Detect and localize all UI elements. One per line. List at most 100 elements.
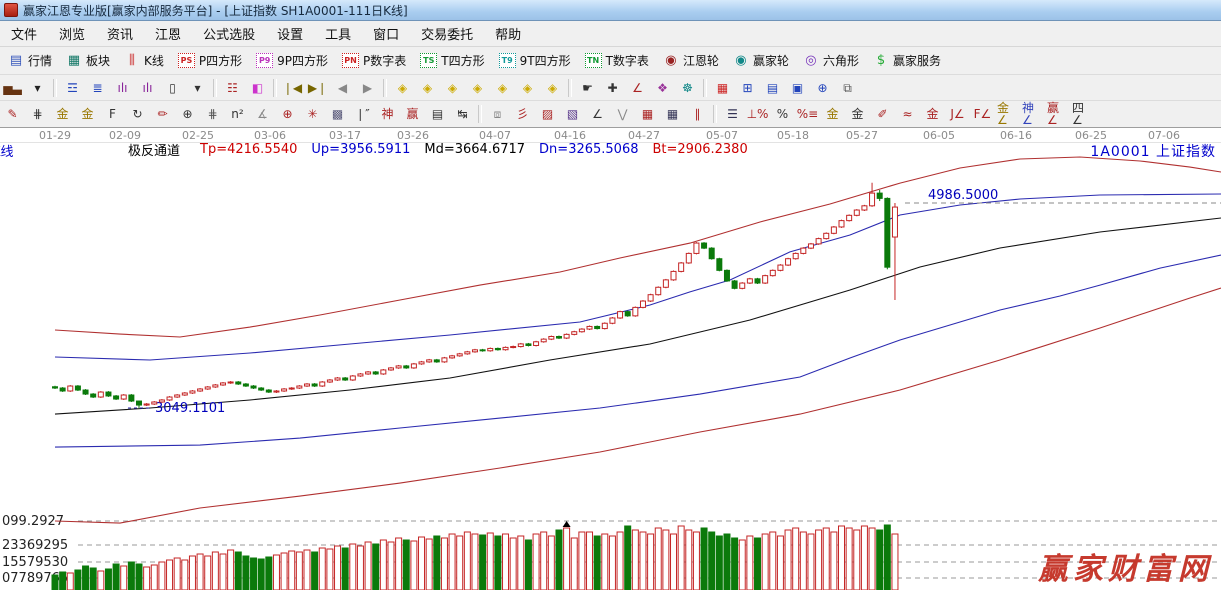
menu-file[interactable]: 文件 xyxy=(0,22,48,45)
menu-browse[interactable]: 浏览 xyxy=(48,22,96,45)
first-page-icon[interactable]: ❘◀ xyxy=(281,77,304,99)
candle-dropdown-icon[interactable]: ▾ xyxy=(186,77,209,99)
p9-square-button[interactable]: P99P四方形 xyxy=(250,50,334,71)
zoom-v-icon[interactable]: ◈ xyxy=(466,77,489,99)
measure-span-icon[interactable]: ↹ xyxy=(451,103,474,125)
menu-settings[interactable]: 设置 xyxy=(266,22,314,45)
save-icon[interactable]: ▣ xyxy=(786,77,809,99)
overlay-chart-icon[interactable]: ☲ xyxy=(61,77,84,99)
retrace-percent-icon[interactable]: ⊥% xyxy=(746,103,769,125)
price-grid-icon[interactable]: ▦ xyxy=(636,103,659,125)
gann-wheel-button[interactable]: ◉江恩轮 xyxy=(657,50,725,71)
menu-news[interactable]: 资讯 xyxy=(96,22,144,45)
f10-info-icon[interactable]: ≣ xyxy=(86,77,109,99)
grid-star-icon[interactable]: ▩ xyxy=(326,103,349,125)
target-circle-icon[interactable]: ⊕ xyxy=(276,103,299,125)
hand-drag-icon[interactable]: ☛ xyxy=(576,77,599,99)
hexagon-button[interactable]: ◎六角形 xyxy=(797,50,865,71)
menu-trade[interactable]: 交易委托 xyxy=(410,22,484,45)
gold-angle-icon[interactable]: 金∠ xyxy=(996,103,1019,125)
email-web-icon[interactable]: ⊕ xyxy=(811,77,834,99)
fan-rays-icon[interactable]: 彡 xyxy=(511,103,534,125)
menu-window[interactable]: 窗口 xyxy=(362,22,410,45)
expand-right-icon[interactable]: ◈ xyxy=(516,77,539,99)
print-icon[interactable]: ⧉ xyxy=(836,77,859,99)
kline-button[interactable]: ⫼K线 xyxy=(118,50,170,71)
percent-lines-icon[interactable]: %≡ xyxy=(796,103,819,125)
winner-wheel-button[interactable]: ◉赢家轮 xyxy=(727,50,795,71)
angle-rays-icon[interactable]: ∠ xyxy=(586,103,609,125)
v-lines-icon[interactable]: ⋁ xyxy=(611,103,634,125)
star-burst-icon[interactable]: ✳ xyxy=(301,103,324,125)
zoom-h-icon[interactable]: ◈ xyxy=(441,77,464,99)
kline-quote-icon[interactable]: ❘″ xyxy=(351,103,374,125)
volume-colored-icon[interactable]: ◧ xyxy=(246,77,269,99)
quotes-button[interactable]: ▤行情 xyxy=(2,50,58,71)
prev-icon[interactable]: ◀ xyxy=(331,77,354,99)
wave-band-icon[interactable]: ≈ xyxy=(896,103,919,125)
single-candle-icon[interactable]: ▯ xyxy=(161,77,184,99)
gold-box-icon[interactable]: 金 xyxy=(921,103,944,125)
menu-gann[interactable]: 江恩 xyxy=(144,22,192,45)
menu-formula-picker[interactable]: 公式选股 xyxy=(192,22,266,45)
gann-gold-grid2-icon[interactable]: 金 xyxy=(76,103,99,125)
expand-all-icon[interactable]: ◈ xyxy=(541,77,564,99)
bars-3-icon[interactable]: ılı xyxy=(111,77,134,99)
ying-angle-icon[interactable]: 赢∠ xyxy=(1046,103,1069,125)
shen-tool-icon[interactable]: 神 xyxy=(376,103,399,125)
cycle-tool-icon[interactable]: ☸ xyxy=(676,77,699,99)
kline-pane-tab[interactable]: K线 xyxy=(0,141,22,160)
spiral-tool-icon[interactable]: ↻ xyxy=(126,103,149,125)
si-angle-icon[interactable]: 四∠ xyxy=(1071,103,1094,125)
calendar-icon[interactable]: ▦ xyxy=(711,77,734,99)
winner-service-button[interactable]: $赢家服务 xyxy=(867,50,947,71)
chart-area[interactable]: 01-2902-0902-2503-0603-1703-2604-0704-16… xyxy=(0,128,1221,590)
price-grid2-icon[interactable]: ▦ xyxy=(661,103,684,125)
shen-angle-icon[interactable]: 神∠ xyxy=(1021,103,1044,125)
style-dropdown-icon[interactable]: ▾ xyxy=(26,77,49,99)
gann-fan-box2-icon[interactable]: ▧ xyxy=(561,103,584,125)
f-lines-icon[interactable]: F xyxy=(101,103,124,125)
fib-levels-icon[interactable]: ☰ xyxy=(721,103,744,125)
zoom-right-icon[interactable]: ◈ xyxy=(416,77,439,99)
gann-pattern-icon[interactable]: ☷ xyxy=(221,77,244,99)
price-pencil-icon[interactable]: ✐ xyxy=(871,103,894,125)
ying-tool-icon[interactable]: 赢 xyxy=(401,103,424,125)
n2-tool-icon[interactable]: n² xyxy=(226,103,249,125)
percent-icon[interactable]: % xyxy=(771,103,794,125)
hatch-tool-icon[interactable]: ⋕ xyxy=(26,103,49,125)
menu-tools[interactable]: 工具 xyxy=(314,22,362,45)
parallel-lines-icon[interactable]: ∥ xyxy=(686,103,709,125)
f-angle-icon[interactable]: F∠ xyxy=(971,103,994,125)
gold-circle-icon[interactable]: 金 xyxy=(821,103,844,125)
gann-gold-grid-icon[interactable]: 金 xyxy=(51,103,74,125)
bars-9-icon[interactable]: ılı xyxy=(136,77,159,99)
last-page-icon[interactable]: ▶❘ xyxy=(306,77,329,99)
p-square-button[interactable]: PSP四方形 xyxy=(172,50,248,71)
zoom-left-icon[interactable]: ◈ xyxy=(391,77,414,99)
expand-left-icon[interactable]: ◈ xyxy=(491,77,514,99)
calculator-icon[interactable]: ⊞ xyxy=(736,77,759,99)
kline-display-icon[interactable]: ▅▃ xyxy=(1,77,24,99)
mirror-angle-icon[interactable]: ∡ xyxy=(251,103,274,125)
main-chart[interactable]: 01-2902-0902-2503-0603-1703-2604-0704-16… xyxy=(0,128,1221,590)
pencil-tool-icon[interactable]: ✎ xyxy=(1,103,24,125)
ruler-lines-icon[interactable]: ⋕ xyxy=(201,103,224,125)
pencil-grid-icon[interactable]: ✏ xyxy=(151,103,174,125)
gann-shape-icon[interactable]: ❖ xyxy=(651,77,674,99)
angle-measure-icon[interactable]: ∠ xyxy=(626,77,649,99)
sectors-button[interactable]: ▦板块 xyxy=(60,50,116,71)
crosshair-icon[interactable]: ✚ xyxy=(601,77,624,99)
ruler-123-icon[interactable]: ▤ xyxy=(426,103,449,125)
notebook-icon[interactable]: ▤ xyxy=(761,77,784,99)
p-number-table-button[interactable]: PNP数字表 xyxy=(336,50,412,71)
gold-lines-icon[interactable]: 金 xyxy=(846,103,869,125)
j-angle-icon[interactable]: J∠ xyxy=(946,103,969,125)
next-icon[interactable]: ▶ xyxy=(356,77,379,99)
gann-fan-box-icon[interactable]: ▨ xyxy=(536,103,559,125)
t9-square-button[interactable]: T99T四方形 xyxy=(493,50,577,71)
gann-circle-icon[interactable]: ⊕ xyxy=(176,103,199,125)
t-square-button[interactable]: TST四方形 xyxy=(414,50,490,71)
t-number-table-button[interactable]: TNT数字表 xyxy=(579,50,655,71)
menu-help[interactable]: 帮助 xyxy=(484,22,532,45)
